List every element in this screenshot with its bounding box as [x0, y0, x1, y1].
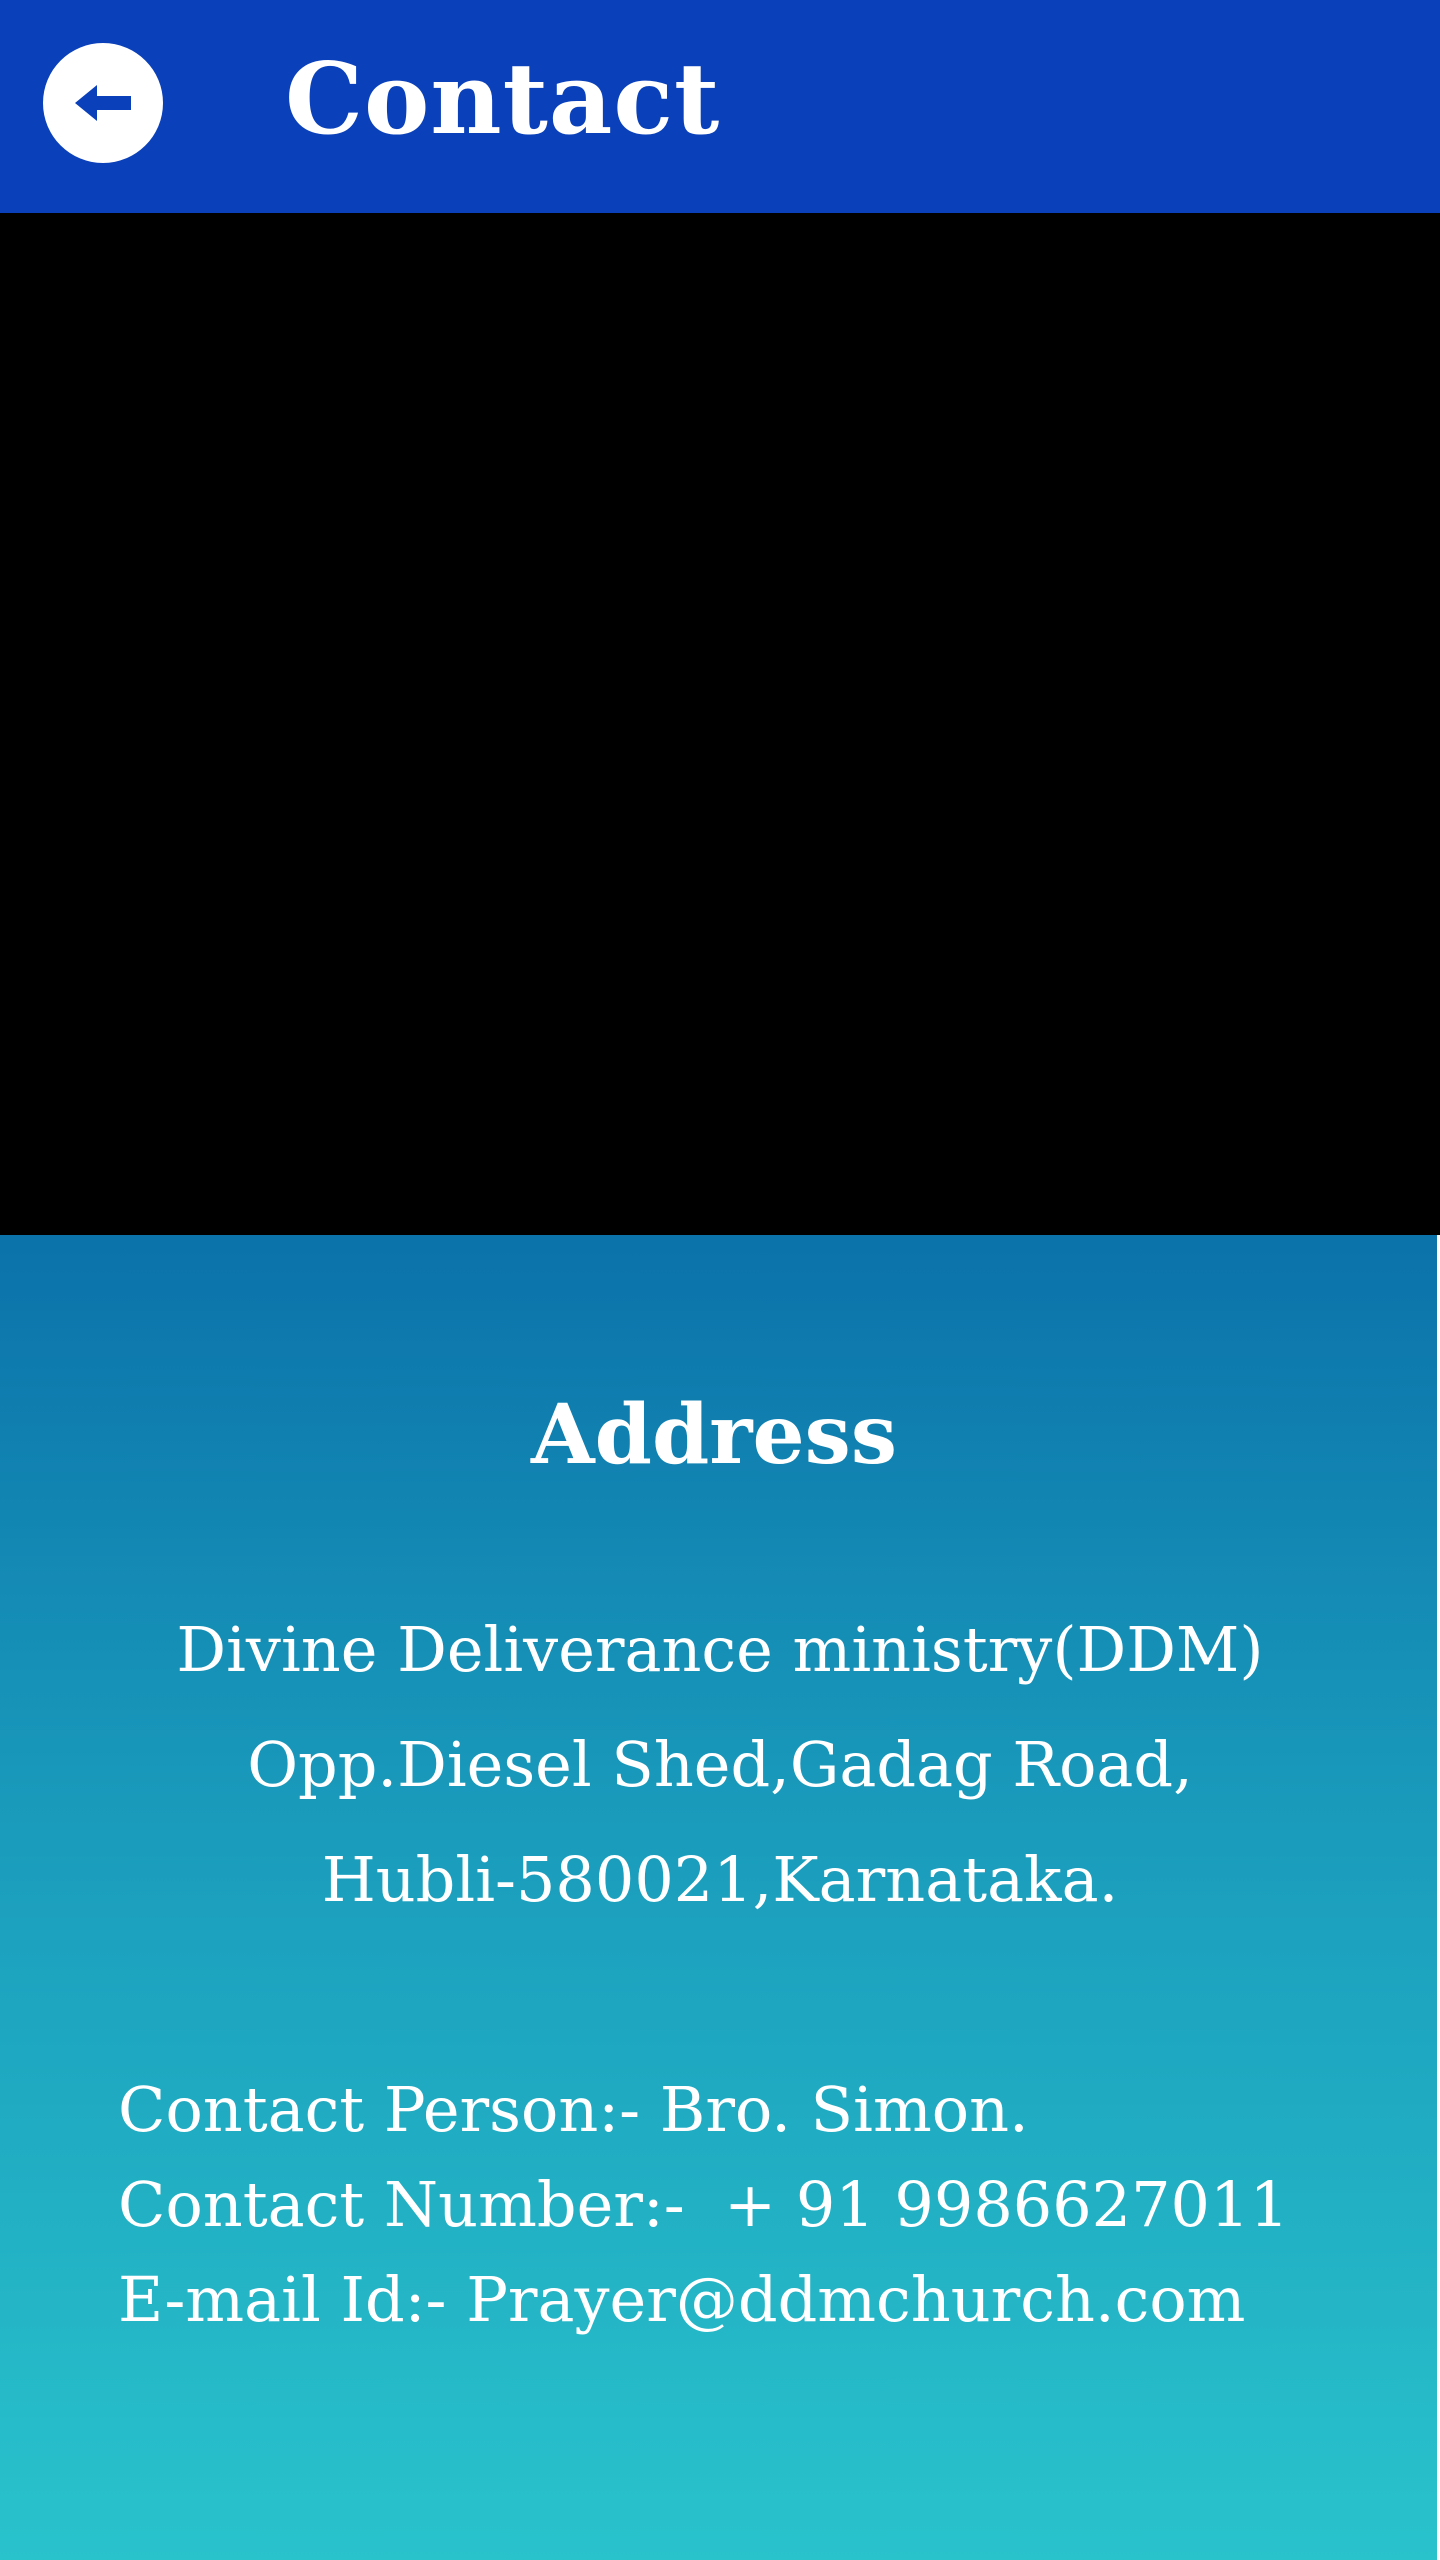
contact-person: Contact Person:- Bro. Simon.: [118, 2073, 1029, 2146]
contact-screen: Contact Address Divine Deliverance minis…: [0, 0, 1440, 2560]
contact-panel: Address Divine Deliverance ministry(DDM)…: [0, 1235, 1440, 2560]
address-line-organization: Divine Deliverance ministry(DDM): [176, 1613, 1264, 1686]
back-button[interactable]: [43, 43, 163, 163]
address-heading: Address: [531, 1387, 897, 1483]
address-line-city: Hubli-580021,Karnataka.: [321, 1843, 1119, 1916]
address-line-street: Opp.Diesel Shed,Gadag Road,: [247, 1728, 1193, 1801]
arrow-left-icon: [75, 85, 131, 121]
map-area[interactable]: [0, 213, 1440, 1235]
contact-email[interactable]: E-mail Id:- Prayer@ddmchurch.com: [118, 2260, 1245, 2340]
page-title: Contact: [285, 42, 721, 157]
contact-number[interactable]: Contact Number:- + 91 9986627011: [118, 2165, 1289, 2245]
app-bar: Contact: [0, 0, 1440, 213]
